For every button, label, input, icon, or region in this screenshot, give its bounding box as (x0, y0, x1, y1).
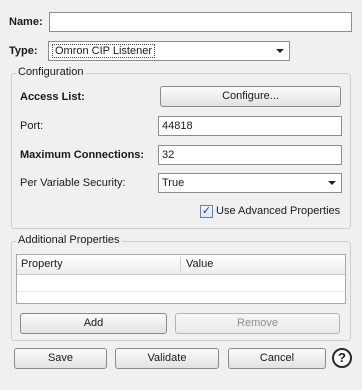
type-select-value: Omron CIP Listener (52, 44, 156, 58)
per-variable-security-select[interactable]: True (158, 173, 342, 193)
configuration-title: Configuration (16, 65, 86, 79)
per-variable-security-label: Per Variable Security: (20, 177, 126, 189)
chevron-down-icon (328, 181, 336, 185)
chevron-down-icon (276, 49, 284, 53)
column-header-property[interactable]: Property (21, 255, 63, 273)
validate-button[interactable]: Validate (115, 348, 219, 369)
column-header-value[interactable]: Value (186, 255, 213, 273)
use-advanced-label: Use Advanced Properties (216, 205, 341, 217)
max-connections-label: Maximum Connections: (20, 149, 145, 161)
name-input[interactable] (49, 12, 352, 32)
access-list-label: Access List: (20, 91, 85, 103)
remove-button[interactable]: Remove (175, 313, 340, 334)
question-circle-icon[interactable]: ? (332, 348, 352, 368)
save-button[interactable]: Save (14, 348, 107, 369)
additional-properties-title: Additional Properties (16, 233, 122, 247)
name-label: Name: (9, 16, 43, 28)
type-label: Type: (9, 45, 38, 57)
properties-table[interactable]: Property Value (16, 254, 346, 304)
per-variable-security-value: True (162, 177, 185, 189)
use-advanced-checkbox[interactable]: ✓ (200, 205, 213, 218)
configure-button[interactable]: Configure... (160, 86, 341, 107)
column-divider (180, 257, 181, 272)
max-connections-input[interactable]: 32 (158, 145, 342, 165)
checkmark-icon: ✓ (201, 205, 212, 217)
port-label: Port: (20, 120, 44, 132)
table-row-divider (17, 291, 345, 292)
type-select[interactable]: Omron CIP Listener (48, 41, 290, 61)
cancel-button[interactable]: Cancel (228, 348, 326, 369)
port-input[interactable]: 44818 (158, 116, 342, 136)
table-header: Property Value (17, 255, 345, 275)
add-button[interactable]: Add (20, 313, 167, 334)
